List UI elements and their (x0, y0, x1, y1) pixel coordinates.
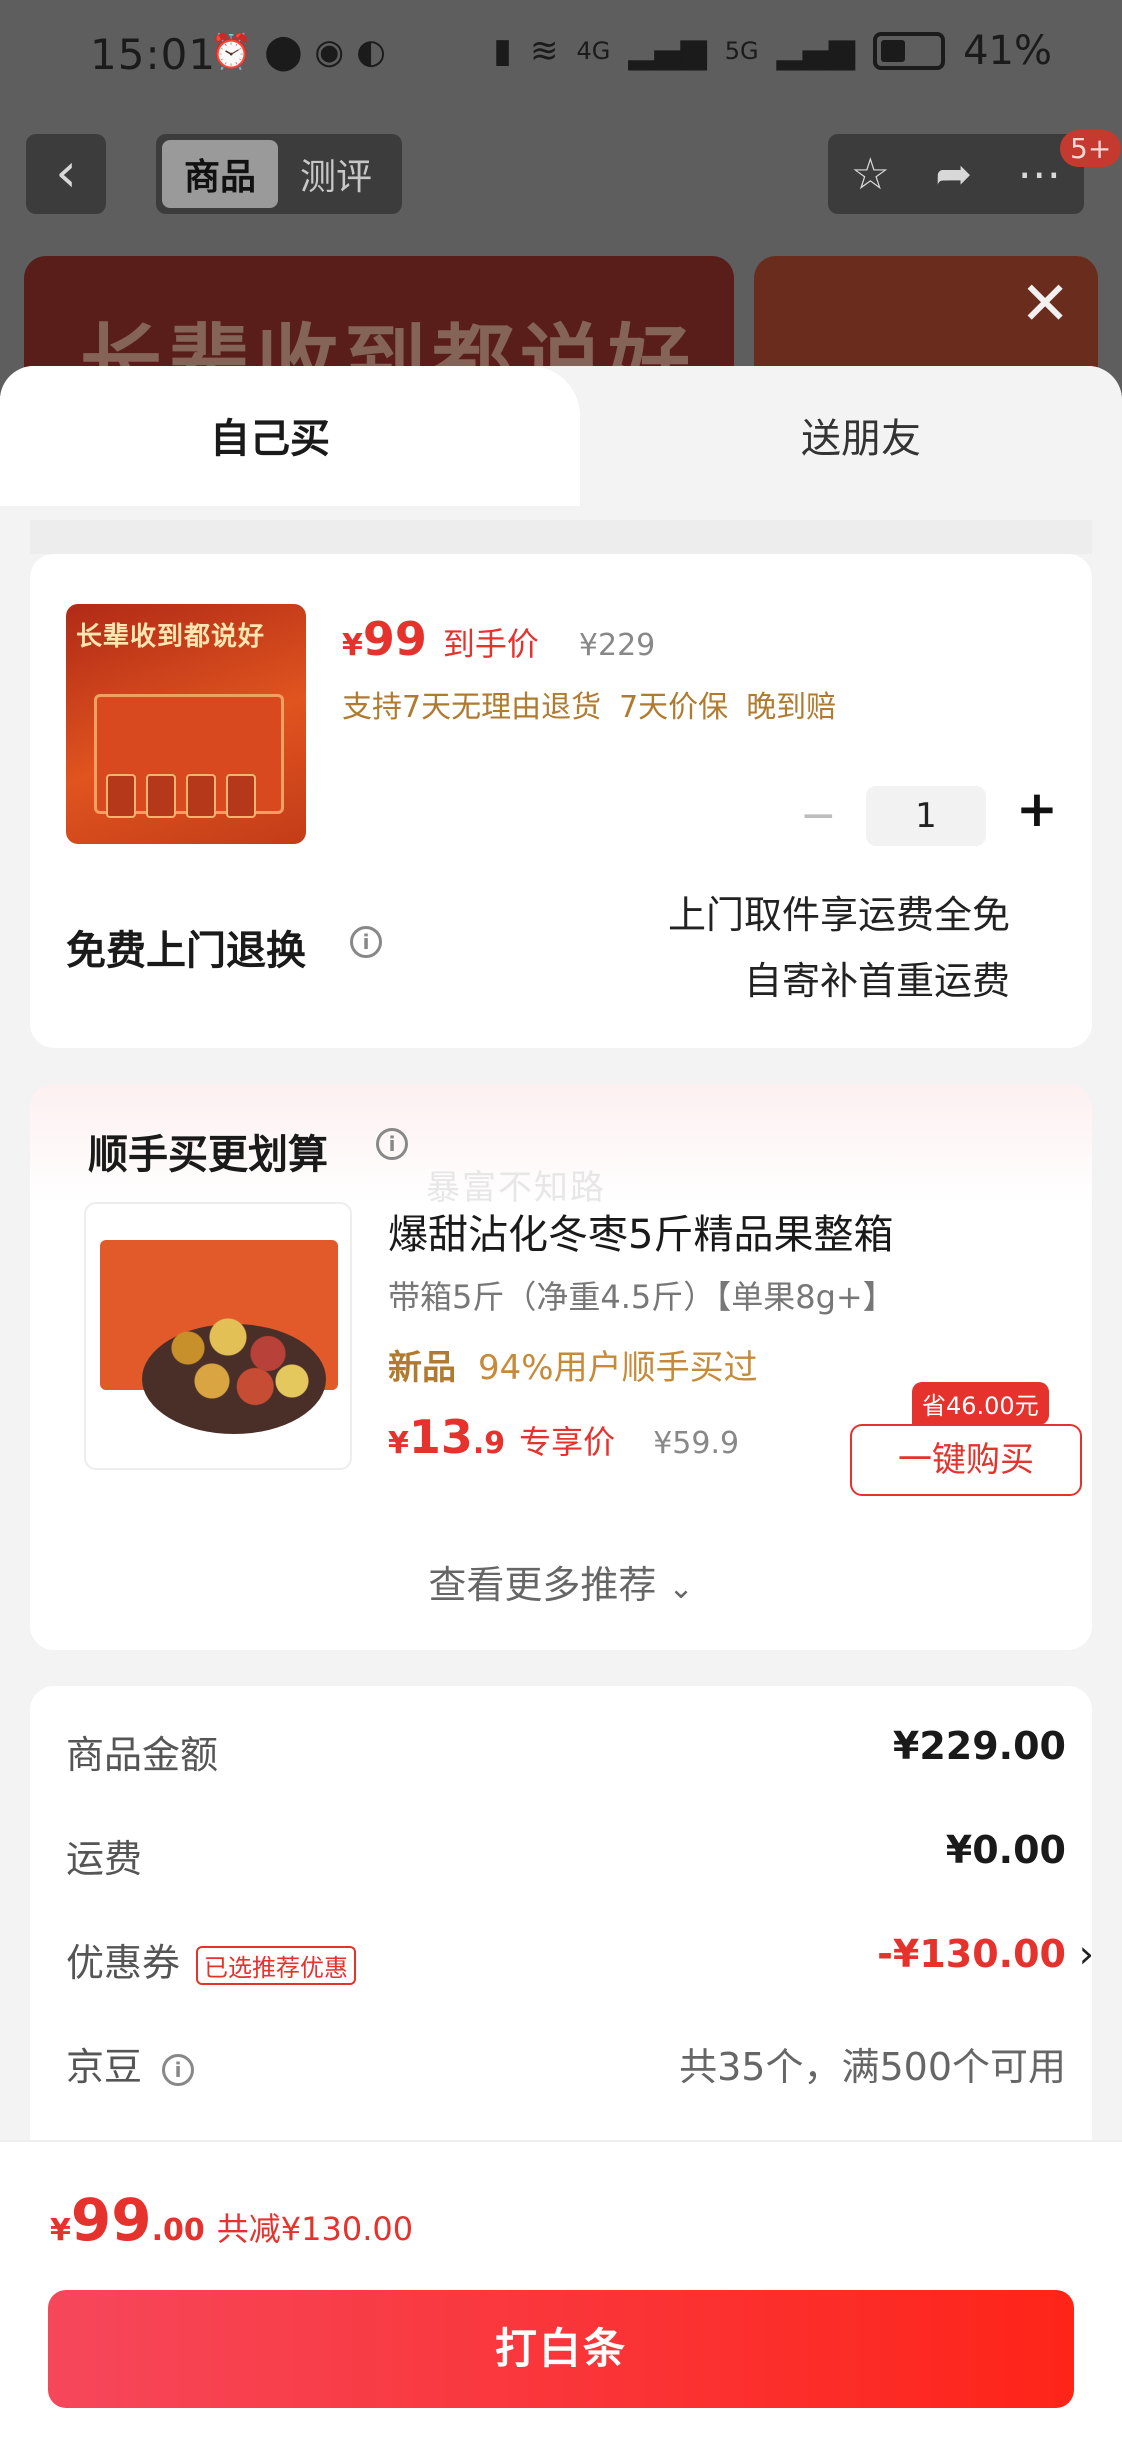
product-image-caption: 长辈收到都说好 (76, 622, 266, 652)
quantity-decrease-button[interactable]: − (800, 790, 837, 841)
recommend-product-image[interactable] (84, 1202, 352, 1470)
price-label: 到手价 (442, 625, 539, 663)
goods-amount-value: ¥229.00 (892, 1724, 1066, 1768)
signal-icon: ▂▄▆ (776, 31, 856, 71)
battery-percent: 41% (963, 28, 1052, 74)
product-price-row: ¥99 到手价 ¥229 (342, 612, 655, 666)
page-tabs: 商品 测评 (156, 134, 402, 214)
recommend-product-name[interactable]: 爆甜沾化冬枣5斤精品果整箱 (388, 1202, 893, 1260)
network-5g-label: 5G (724, 37, 759, 65)
tab-gift-friend-label: 送朋友 (801, 416, 921, 462)
jd-beans-value: 共35个，满500个可用 (679, 2045, 1066, 2089)
status-right-icons: ▮ ≋ 4G ▂▄▆ 5G ▂▄▆ 41% (493, 28, 1052, 74)
coupon-value: -¥130.00 (877, 1932, 1066, 1976)
quantity-input[interactable]: 1 (866, 786, 986, 846)
checkout-bar: ¥99.00 共减¥130.00 打白条 (0, 2140, 1122, 2442)
network-4g-label: 4G (576, 37, 611, 65)
recommendation-title: 顺手买更划算 (88, 1132, 328, 1178)
service-tag: 支持7天无理由退货 (342, 690, 602, 725)
recommendation-card: 顺手买更划算 i 暴富不知路 爆甜沾化冬枣5斤精品果整箱 带箱5斤（净重4.5斤… (30, 1084, 1092, 1650)
status-time: 15:01 (90, 30, 217, 79)
chevron-right-icon[interactable]: › (1079, 1932, 1094, 1976)
goods-amount-label: 商品金额 (66, 1733, 219, 1777)
chevron-down-icon: ⌄ (668, 1571, 694, 1606)
sheet-tabs: 送朋友 自己买 (0, 366, 1122, 536)
notification-badge: 5+ (1060, 130, 1122, 167)
zhi-app-icon: ◉ (314, 32, 345, 72)
background-page: 15:01 ⏰ ⬤ ◉ ◐ ▮ ≋ 4G ▂▄▆ 5G ▂▄▆ 41% ‹ 商品… (0, 0, 1122, 436)
battery-icon (873, 32, 946, 70)
recommend-original-price: ¥59.9 (653, 1426, 740, 1461)
purchase-sheet: 送朋友 自己买 长辈收到都说好 ¥99 到手价 ¥229 支持7天无理由退货 7… (0, 366, 1122, 2442)
product-price: ¥99 (342, 612, 427, 666)
nav-actions: ☆ ➦ ⋯ (828, 134, 1084, 214)
status-bar: 15:01 ⏰ ⬤ ◉ ◐ ▮ ≋ 4G ▂▄▆ 5G ▂▄▆ 41% (0, 0, 1122, 120)
bought-tag: 94%用户顺手买过 (478, 1348, 758, 1388)
jd-beans-label-wrap: 京豆 i (66, 2036, 195, 2091)
vibrate-icon: ▮ (493, 31, 512, 71)
coupon-label: 优惠券 (66, 1941, 181, 1985)
tab-gift-friend[interactable]: 送朋友 (600, 366, 1122, 506)
close-icon[interactable]: ✕ (1020, 274, 1070, 334)
chevron-left-icon: ‹ (55, 141, 77, 204)
star-icon[interactable]: ☆ (851, 149, 890, 200)
more-recommendations-link[interactable]: 查看更多推荐 ⌄ (30, 1554, 1092, 1609)
service-tags: 支持7天无理由退货 7天价保 晚到赔 (342, 682, 836, 726)
share-icon[interactable]: ➦ (935, 149, 972, 200)
info-icon[interactable]: i (376, 1128, 408, 1160)
free-return-label: 免费上门退换 (66, 928, 306, 974)
tab-buy-self-label: 自己买 (210, 416, 330, 462)
info-icon[interactable]: i (162, 2053, 195, 2086)
more-icon[interactable]: ⋯ (1017, 149, 1061, 200)
recommend-tags: 新品 94%用户顺手买过 (388, 1340, 758, 1389)
tab-review[interactable]: 测评 (278, 140, 394, 208)
shipping-row: 运费 ¥0.00 (66, 1828, 1066, 1888)
wifi-icon: ≋ (529, 31, 559, 71)
return-pickup-text: 上门取件享运费全免 (667, 893, 1010, 937)
new-tag: 新品 (388, 1348, 456, 1388)
more-recommendations-label: 查看更多推荐 (428, 1563, 657, 1607)
one-click-buy-button[interactable]: 一键购买 (850, 1424, 1082, 1496)
quantity-increase-button[interactable]: + (1016, 780, 1058, 838)
coupon-selected-tag: 已选推荐优惠 (196, 1946, 357, 1985)
recommend-price-row: ¥13.9 专享价 ¥59.9 (388, 1410, 739, 1464)
tab-product[interactable]: 商品 (162, 140, 278, 208)
pay-with-baitiao-button[interactable]: 打白条 (48, 2290, 1074, 2408)
jd-beans-row: 京豆 i 共35个，满500个可用 (66, 2036, 1066, 2096)
shipping-label: 运费 (66, 1837, 143, 1881)
return-self-ship-text: 自寄补首重运费 (743, 959, 1010, 1003)
shipping-value: ¥0.00 (945, 1828, 1066, 1872)
recommend-product-spec: 带箱5斤（净重4.5斤）【单果8g+】 (388, 1278, 895, 1316)
goods-amount-row: 商品金额 ¥229.00 (66, 1724, 1066, 1784)
product-image[interactable]: 长辈收到都说好 (66, 604, 306, 844)
recommend-price: ¥13.9 (388, 1410, 506, 1464)
jujube-graphic (156, 1304, 316, 1414)
save-badge: 省46.00元 (912, 1382, 1049, 1425)
wechat-icon: ◐ (356, 32, 386, 72)
back-button[interactable]: ‹ (26, 134, 106, 214)
location-icon: ⬤ (264, 32, 303, 72)
exclusive-price-label: 专享价 (519, 1423, 616, 1461)
service-tag: 7天价保 (619, 690, 729, 725)
signal-icon: ▂▄▆ (628, 31, 707, 71)
tea-cans-graphic (106, 774, 256, 818)
status-left-icons: ⏰ ⬤ ◉ ◐ (210, 32, 386, 72)
coupon-label-wrap: 优惠券 已选推荐优惠 (66, 1932, 357, 1987)
coupon-row[interactable]: 优惠券 已选推荐优惠 -¥130.00 › (66, 1932, 1094, 1992)
service-tag: 晚到赔 (746, 690, 837, 725)
alarm-icon: ⏰ (210, 32, 253, 72)
product-card: 长辈收到都说好 ¥99 到手价 ¥229 支持7天无理由退货 7天价保 晚到赔 … (30, 554, 1092, 1048)
jd-beans-label: 京豆 (66, 2045, 143, 2089)
total-saving: 共减¥130.00 (216, 2210, 414, 2248)
original-price: ¥229 (578, 628, 656, 663)
info-icon[interactable]: i (350, 926, 382, 958)
total-price: ¥99.00 (50, 2186, 205, 2254)
divider (30, 520, 1092, 554)
total-row: ¥99.00 共减¥130.00 (50, 2186, 413, 2254)
